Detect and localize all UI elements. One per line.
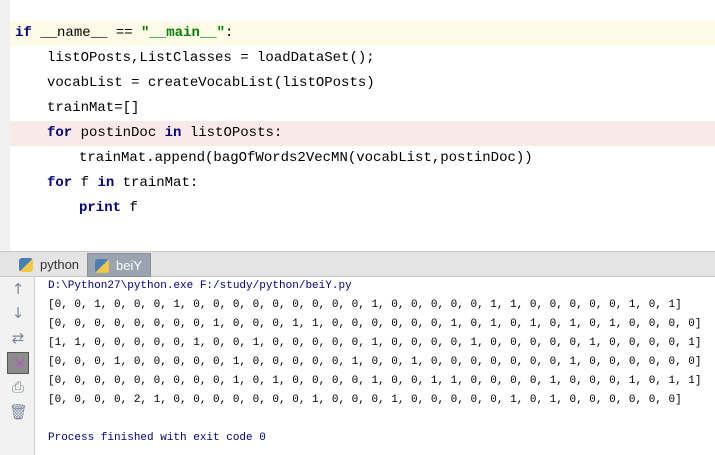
code-line: trainMat=[]	[47, 100, 140, 116]
tab-label: python	[40, 257, 80, 272]
code-line: listOPosts,ListClasses = loadDataSet();	[47, 50, 375, 66]
code-line: if __name__ == "__main__":	[10, 21, 715, 46]
code-text: __name__ ==	[31, 25, 142, 41]
python-icon	[95, 259, 109, 273]
output-line: [0, 0, 0, 0, 0, 0, 0, 0, 1, 0, 0, 0, 1, …	[48, 318, 702, 330]
keyword: print	[79, 200, 122, 216]
code-text: postinDoc	[72, 125, 165, 141]
up-arrow-icon[interactable]: ↑	[9, 280, 27, 298]
run-tabs-bar: python beiY	[0, 251, 715, 277]
code-line: for f in trainMat:	[10, 171, 715, 196]
code-editor[interactable]: if __name__ == "__main__": listOPosts,Li…	[0, 0, 715, 251]
keyword: in	[164, 125, 182, 141]
python-icon	[19, 258, 33, 272]
keyword: for	[47, 175, 73, 191]
output-line: [0, 0, 1, 0, 0, 0, 1, 0, 0, 0, 0, 0, 0, …	[48, 299, 682, 311]
output-line: [0, 0, 0, 0, 2, 1, 0, 0, 0, 0, 0, 0, 0, …	[48, 394, 682, 406]
code-line: vocabList = createVocabList(listOPosts)	[47, 75, 375, 91]
output-line: [1, 1, 0, 0, 0, 0, 0, 1, 0, 0, 1, 0, 0, …	[48, 337, 702, 349]
soft-wrap-icon[interactable]: ⇄	[9, 329, 27, 347]
tab-beiy[interactable]: beiY	[87, 253, 152, 277]
code-text: f	[121, 200, 138, 216]
code-text: f	[72, 175, 98, 191]
scroll-to-end-icon[interactable]: ⇲	[7, 352, 29, 374]
keyword: in	[97, 175, 115, 191]
console-output[interactable]: D:\Python27\python.exe F:/study/python/b…	[36, 277, 715, 455]
down-arrow-icon[interactable]: ↓	[9, 304, 27, 322]
keyword: if	[15, 25, 32, 41]
keyword: for	[47, 125, 73, 141]
code-line: print f	[10, 196, 715, 221]
output-line: [0, 0, 0, 0, 0, 0, 0, 0, 0, 1, 0, 1, 0, …	[48, 375, 702, 387]
code-text: listOPosts:	[181, 125, 283, 141]
code-line: trainMat.append(bagOfWords2VecMN(vocabLi…	[79, 150, 533, 166]
code-text: trainMat:	[114, 175, 199, 191]
exit-message: Process finished with exit code 0	[48, 432, 266, 444]
tab-python[interactable]: python	[12, 253, 87, 277]
tab-label: beiY	[116, 258, 143, 273]
print-icon[interactable]: ⎙	[9, 378, 27, 396]
output-line: [0, 0, 0, 1, 0, 0, 0, 0, 0, 1, 0, 0, 0, …	[48, 356, 702, 368]
code-text: :	[225, 25, 234, 41]
trash-icon[interactable]: 🗑	[9, 403, 28, 421]
command-line: D:\Python27\python.exe F:/study/python/b…	[48, 280, 352, 292]
string-literal: "__main__"	[141, 25, 226, 41]
code-line: for postinDoc in listOPosts:	[10, 121, 715, 146]
console-toolbar: ↑ ↓ ⇄ ⇲ ⎙ 🗑	[0, 277, 35, 455]
